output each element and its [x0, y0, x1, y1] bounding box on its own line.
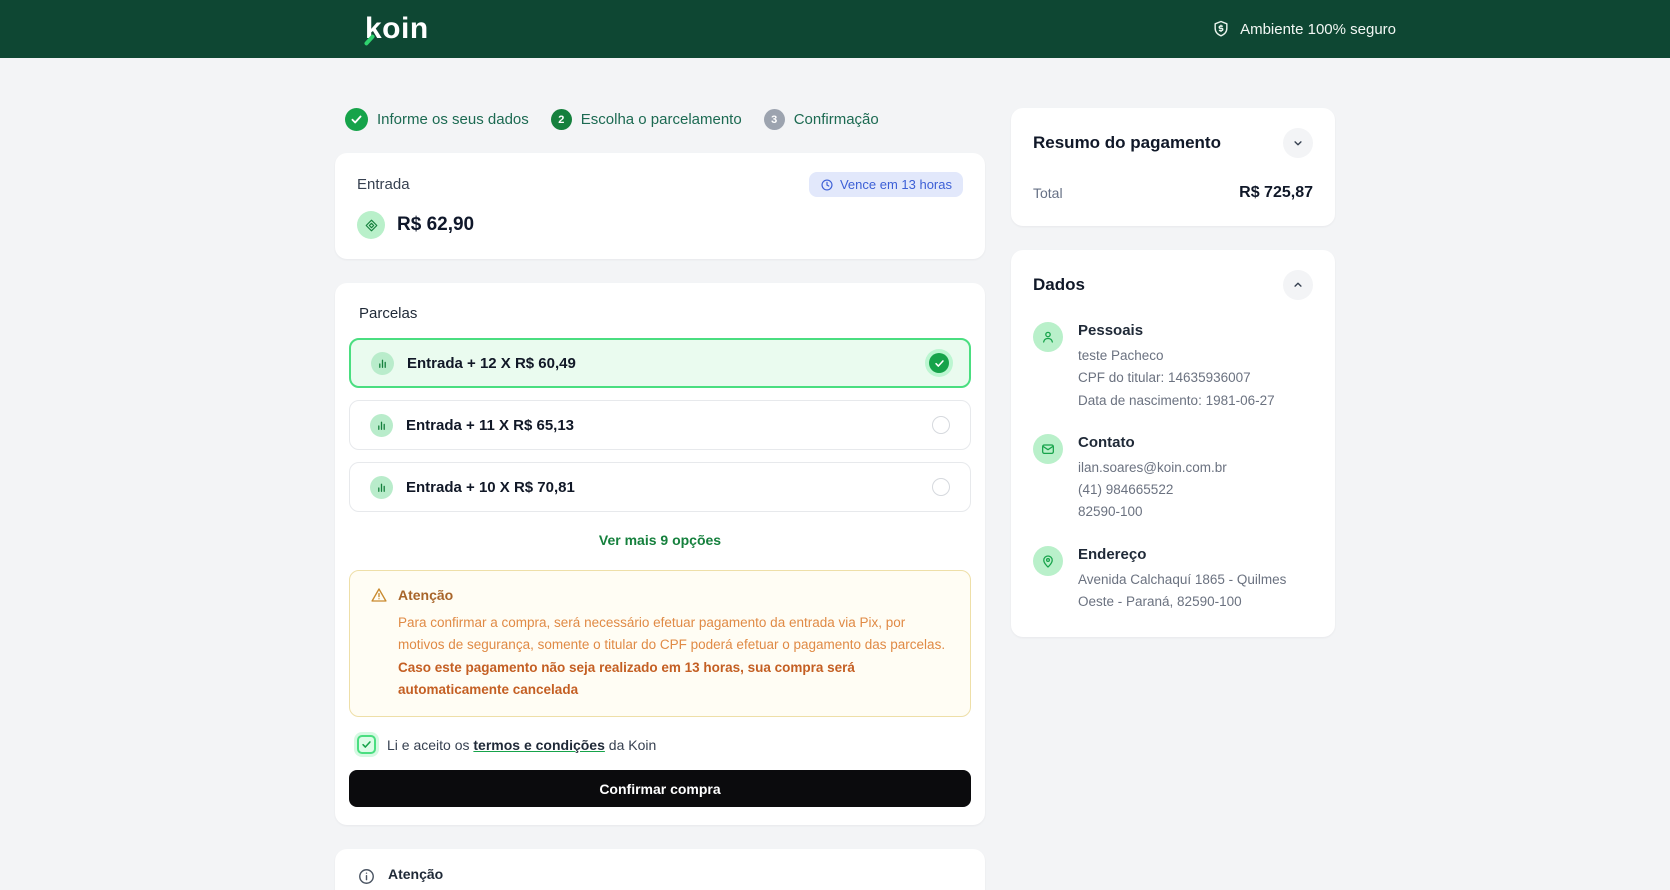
pix-warning-box: Atenção Para confirmar a compra, será ne… [349, 570, 971, 718]
radio-unselected-icon [932, 478, 950, 496]
warning-body: Para confirmar a compra, será necessário… [398, 615, 946, 652]
checkout-column: Informe os seus dados 2 Escolha o parcel… [335, 108, 985, 890]
secure-environment-badge: Ambiente 100% seguro [1211, 19, 1396, 39]
warning-bold-line: Caso este pagamento não seja realizado e… [398, 660, 855, 697]
parcela-option-11x[interactable]: Entrada + 11 X R$ 65,13 [349, 400, 971, 450]
chevron-up-icon [1294, 282, 1302, 287]
step-confirmacao: 3 Confirmação [763, 109, 879, 130]
main-content: Informe os seus dados 2 Escolha o parcel… [335, 58, 1335, 890]
terms-checkbox[interactable] [357, 735, 376, 755]
parcelas-title: Parcelas [359, 305, 418, 322]
step-label: Confirmação [793, 111, 879, 128]
personal-data-text: Pessoais teste Pacheco CPF do titular: 1… [1078, 322, 1275, 412]
warning-header: Atenção [370, 586, 950, 604]
selected-check-icon [929, 353, 949, 373]
summary-collapse-button[interactable] [1283, 128, 1313, 158]
terms-prefix: Li e aceito os [387, 736, 474, 753]
top-bar: koin Ambiente 100% seguro [0, 0, 1670, 58]
radio-unselected-icon [932, 416, 950, 434]
contact-section: Contato ilan.soares@koin.com.br (41) 984… [1033, 433, 1313, 524]
dados-collapse-button[interactable] [1283, 270, 1313, 300]
clock-icon [821, 178, 833, 191]
warning-triangle-icon [371, 588, 387, 602]
summary-header: Resumo do pagamento [1033, 128, 1313, 158]
entrada-header: Entrada Vence em 13 horas [357, 172, 963, 197]
total-label: Total [1033, 185, 1063, 201]
terms-text: Li e aceito os termos e condições da Koi… [387, 737, 656, 753]
confirm-purchase-button[interactable]: Confirmar compra [349, 770, 971, 808]
dados-title: Dados [1033, 275, 1085, 294]
entrada-amount-row: R$ 62,90 [357, 211, 963, 239]
step-label: Escolha o parcelamento [580, 111, 742, 128]
parcela-option-label: Entrada + 10 X R$ 70,81 [406, 478, 575, 496]
customer-email: ilan.soares@koin.com.br [1078, 459, 1227, 475]
customer-name: teste Pacheco [1078, 348, 1164, 363]
installments-notice-card: Atenção As parcelas serão enviadas mensa… [335, 849, 985, 890]
contact-text: Contato ilan.soares@koin.com.br (41) 984… [1078, 434, 1227, 524]
installments-bars-icon [371, 351, 394, 375]
installments-bars-icon [370, 475, 393, 499]
mail-icon [1033, 433, 1063, 464]
terms-suffix: da Koin [604, 736, 657, 753]
summary-column: Resumo do pagamento Total R$ 725,87 Dado… [1011, 108, 1335, 638]
customer-data-card: Dados Pessoais teste Pacheco CPF do titu… [1011, 250, 1335, 638]
section-title: Pessoais [1078, 322, 1144, 339]
parcela-option-label: Entrada + 11 X R$ 65,13 [406, 416, 575, 434]
entrada-title: Entrada [357, 176, 410, 193]
parcelas-card: Parcelas Entrada + 12 X R$ 60,49 Entrada… [335, 283, 985, 826]
logo-text: koin [365, 12, 429, 45]
customer-birthdate: Data de nascimento: 1981-06-27 [1078, 392, 1275, 408]
warning-title: Atenção [398, 587, 454, 603]
section-title: Contato [1078, 433, 1135, 451]
step-number-badge: 2 [550, 109, 572, 130]
terms-row: Li e aceito os termos e condições da Koi… [357, 735, 971, 755]
step-label: Informe os seus dados [377, 111, 529, 128]
shield-dollar-icon [1214, 20, 1228, 37]
chevron-down-icon [1294, 141, 1302, 146]
notice-title: Atenção [388, 866, 444, 883]
customer-zipcode: 82590-100 [1078, 504, 1143, 520]
installments-bars-icon [370, 413, 393, 437]
notice-text-block: Atenção As parcelas serão enviadas mensa… [388, 866, 953, 890]
entrada-amount: R$ 62,90 [397, 214, 475, 235]
parcela-option-10x[interactable]: Entrada + 10 X R$ 70,81 [349, 462, 971, 512]
parcela-option-label: Entrada + 12 X R$ 60,49 [407, 354, 576, 372]
parcela-option-12x[interactable]: Entrada + 12 X R$ 60,49 [349, 338, 971, 388]
summary-title: Resumo do pagamento [1033, 133, 1221, 152]
map-pin-icon [1033, 545, 1063, 576]
checkbox-check-icon [362, 741, 371, 749]
pix-icon [357, 211, 385, 239]
step-escolha-parcelamento: 2 Escolha o parcelamento [550, 109, 742, 130]
payment-summary-card: Resumo do pagamento Total R$ 725,87 [1011, 108, 1335, 226]
customer-cpf: CPF do titular: 14635936007 [1078, 370, 1251, 386]
address-section: Endereço Avenida Calchaquí 1865 - Quilme… [1033, 545, 1313, 614]
step-informe-dados: Informe os seus dados [345, 108, 529, 131]
customer-address: Avenida Calchaquí 1865 - Quilmes Oeste -… [1078, 571, 1287, 609]
dados-header: Dados [1033, 270, 1313, 300]
customer-phone: (41) 984665522 [1078, 482, 1174, 498]
user-icon [1033, 322, 1063, 352]
entrada-card: Entrada Vence em 13 horas R$ 62,90 [335, 153, 985, 259]
info-icon [359, 869, 374, 885]
section-title: Endereço [1078, 545, 1147, 563]
terms-link[interactable]: termos e condições [473, 737, 605, 753]
secure-label: Ambiente 100% seguro [1240, 20, 1396, 38]
total-row: Total R$ 725,87 [1033, 184, 1313, 202]
see-more-options-link[interactable]: Ver mais 9 opções [349, 532, 971, 548]
personal-data-section: Pessoais teste Pacheco CPF do titular: 1… [1033, 322, 1313, 412]
address-text: Endereço Avenida Calchaquí 1865 - Quilme… [1078, 546, 1303, 614]
step-done-check-icon [345, 108, 368, 131]
total-value: R$ 725,87 [1239, 184, 1313, 201]
checkout-stepper: Informe os seus dados 2 Escolha o parcel… [345, 108, 985, 131]
step-number-badge: 3 [763, 109, 785, 130]
due-time-badge: Vence em 13 horas [808, 172, 963, 197]
due-time-label: Vence em 13 horas [839, 177, 952, 192]
koin-logo: koin [363, 12, 429, 47]
